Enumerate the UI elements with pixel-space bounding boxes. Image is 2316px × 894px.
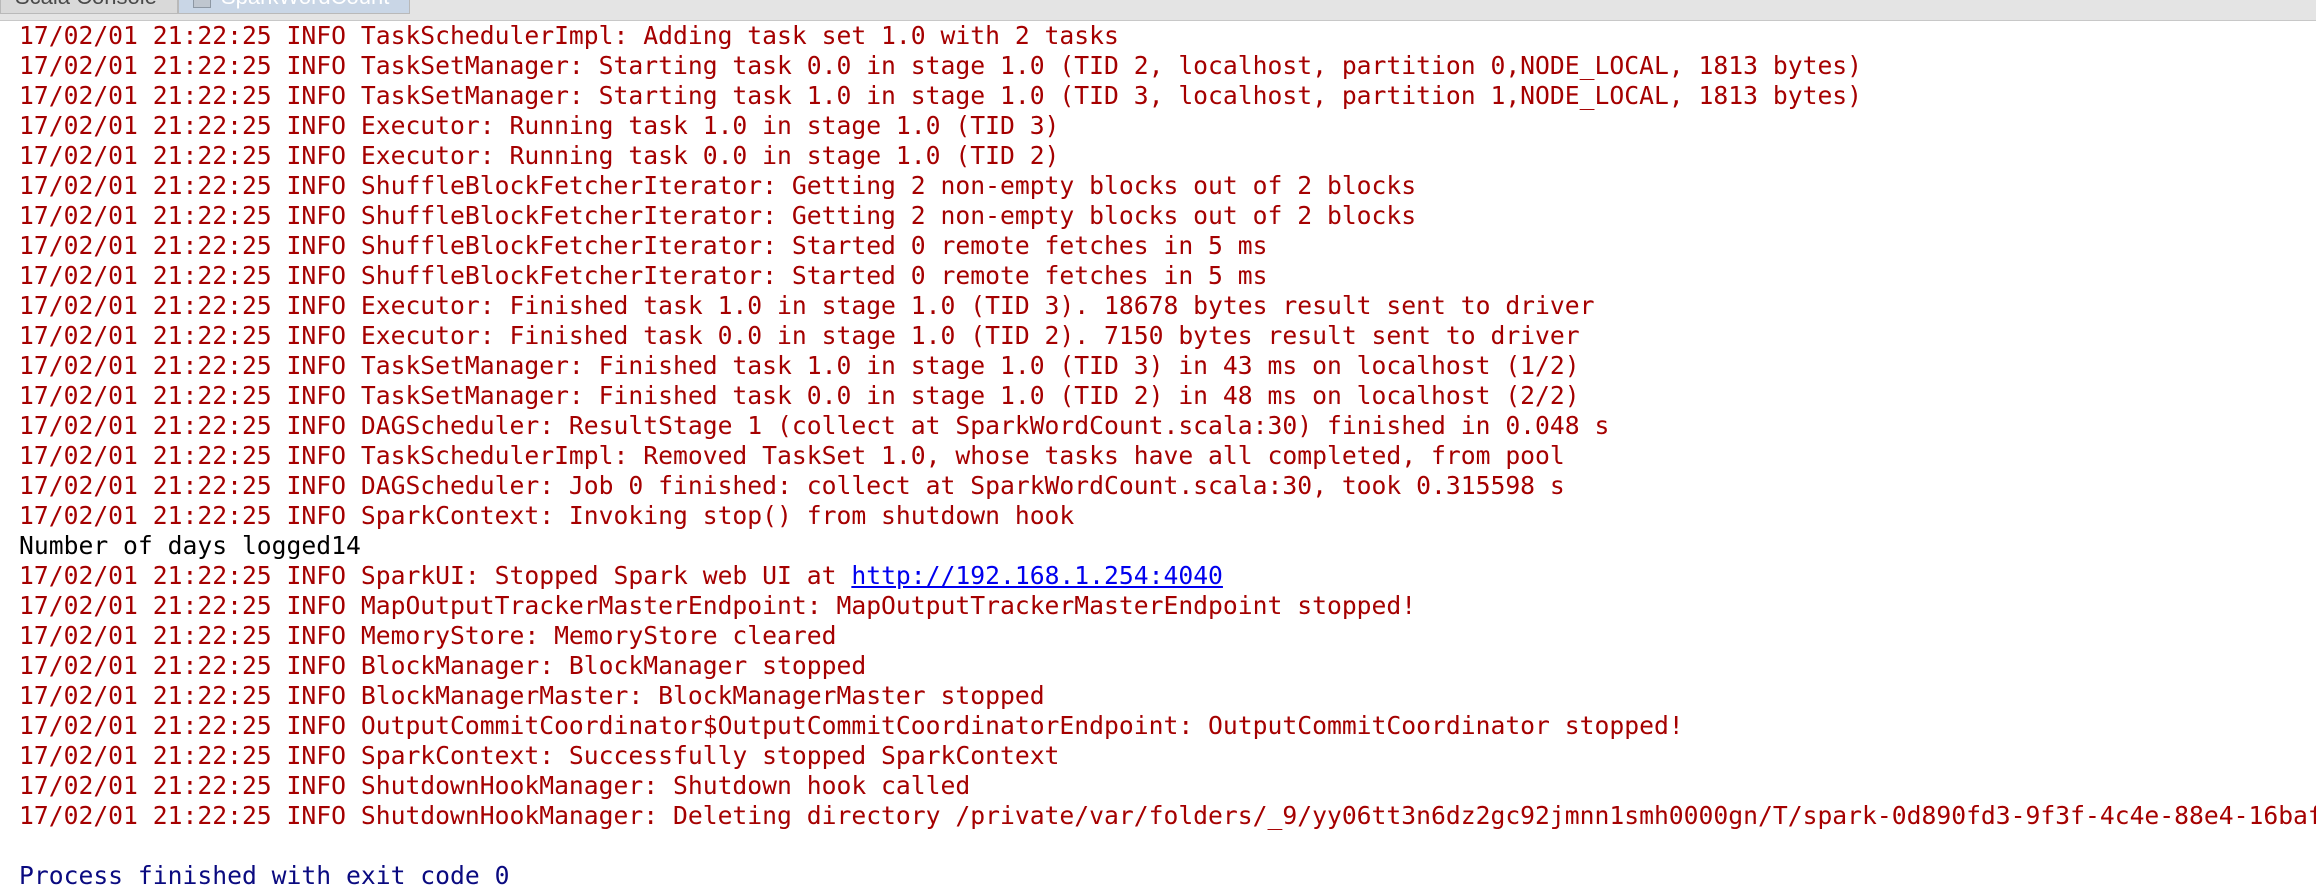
- log-line: 17/02/01 21:22:25 INFO ShuffleBlockFetch…: [19, 231, 2316, 261]
- log-line: 17/02/01 21:22:25 INFO Executor: Running…: [19, 111, 2316, 141]
- log-line: 17/02/01 21:22:25 INFO TaskSetManager: F…: [19, 381, 2316, 411]
- log-line-text: 17/02/01 21:22:25 INFO ShuffleBlockFetch…: [19, 231, 1268, 260]
- exit-status-line: Process finished with exit code 0: [19, 861, 2316, 891]
- log-line: 17/02/01 21:22:25 INFO Executor: Running…: [19, 141, 2316, 171]
- log-line-text: 17/02/01 21:22:25 INFO Executor: Running…: [19, 141, 1060, 170]
- tab-label: SparkWordCount: [221, 0, 389, 10]
- log-line-text: 17/02/01 21:22:25 INFO BlockManagerMaste…: [19, 681, 1045, 710]
- log-line-text: 17/02/01 21:22:25 INFO SparkContext: Inv…: [19, 501, 1075, 530]
- log-line: 17/02/01 21:22:25 INFO SparkContext: Suc…: [19, 741, 2316, 771]
- tab-label: Scala Console: [15, 0, 157, 10]
- log-line-text: 17/02/01 21:22:25 INFO Executor: Finishe…: [19, 291, 1595, 320]
- log-line-text: 17/02/01 21:22:25 INFO Executor: Running…: [19, 111, 1060, 140]
- spark-ui-link[interactable]: http://192.168.1.254:4040: [851, 561, 1223, 590]
- log-line: 17/02/01 21:22:25 INFO ShutdownHookManag…: [19, 771, 2316, 801]
- console-output[interactable]: 17/02/01 21:22:25 INFO TaskSchedulerImpl…: [0, 20, 2316, 894]
- log-line: 17/02/01 21:22:25 INFO SparkContext: Inv…: [19, 501, 2316, 531]
- log-line-text: Process finished with exit code 0: [19, 861, 510, 890]
- log-line: 17/02/01 21:22:25 INFO OutputCommitCoord…: [19, 711, 2316, 741]
- log-line: 17/02/01 21:22:25 INFO BlockManagerMaste…: [19, 681, 2316, 711]
- log-line: 17/02/01 21:22:25 INFO SparkUI: Stopped …: [19, 561, 2316, 591]
- log-line-text: 17/02/01 21:22:25 INFO TaskSchedulerImpl…: [19, 21, 1119, 50]
- console-tab-bar: Scala Console SparkWordCount: [0, 0, 2316, 21]
- log-line: 17/02/01 21:22:25 INFO Executor: Finishe…: [19, 321, 2316, 351]
- log-line-text: 17/02/01 21:22:25 INFO ShuffleBlockFetch…: [19, 171, 1417, 200]
- log-line-text: 17/02/01 21:22:25 INFO Executor: Finishe…: [19, 321, 1580, 350]
- log-line-text: 17/02/01 21:22:25 INFO BlockManager: Blo…: [19, 651, 867, 680]
- log-line: 17/02/01 21:22:25 INFO DAGScheduler: Job…: [19, 471, 2316, 501]
- log-line: 17/02/01 21:22:25 INFO ShuffleBlockFetch…: [19, 261, 2316, 291]
- log-line: 17/02/01 21:22:25 INFO TaskSetManager: S…: [19, 81, 2316, 111]
- log-line: 17/02/01 21:22:25 INFO TaskSchedulerImpl…: [19, 21, 2316, 51]
- log-line: 17/02/01 21:22:25 INFO ShuffleBlockFetch…: [19, 171, 2316, 201]
- log-line: 17/02/01 21:22:25 INFO ShutdownHookManag…: [19, 801, 2316, 831]
- log-line: 17/02/01 21:22:25 INFO DAGScheduler: Res…: [19, 411, 2316, 441]
- log-line-text: 17/02/01 21:22:25 INFO ShutdownHookManag…: [19, 771, 971, 800]
- log-line-text: 17/02/01 21:22:25 INFO DAGScheduler: Job…: [19, 471, 1565, 500]
- log-line-text: 17/02/01 21:22:25 INFO ShuffleBlockFetch…: [19, 261, 1268, 290]
- log-line-text: 17/02/01 21:22:25 INFO TaskSetManager: S…: [19, 81, 1863, 110]
- log-line: 17/02/01 21:22:25 INFO TaskSetManager: S…: [19, 51, 2316, 81]
- tab-scala-console[interactable]: Scala Console: [0, 0, 178, 14]
- log-line-text: 17/02/01 21:22:25 INFO TaskSetManager: F…: [19, 381, 1580, 410]
- log-line-text: 17/02/01 21:22:25 INFO TaskSetManager: F…: [19, 351, 1580, 380]
- log-line: 17/02/01 21:22:25 INFO ShuffleBlockFetch…: [19, 201, 2316, 231]
- stdout-line: Number of days logged14: [19, 531, 2316, 561]
- log-line: 17/02/01 21:22:25 INFO TaskSetManager: F…: [19, 351, 2316, 381]
- log-line: 17/02/01 21:22:25 INFO BlockManager: Blo…: [19, 651, 2316, 681]
- log-line-text: 17/02/01 21:22:25 INFO TaskSetManager: S…: [19, 51, 1863, 80]
- log-line-text: 17/02/01 21:22:25 INFO SparkUI: Stopped …: [19, 561, 852, 590]
- log-line: 17/02/01 21:22:25 INFO Executor: Finishe…: [19, 291, 2316, 321]
- log-line-text: 17/02/01 21:22:25 INFO MemoryStore: Memo…: [19, 621, 837, 650]
- log-line-text: 17/02/01 21:22:25 INFO MapOutputTrackerM…: [19, 591, 1417, 620]
- log-line-text: 17/02/01 21:22:25 INFO DAGScheduler: Res…: [19, 411, 1610, 440]
- log-line-text: 17/02/01 21:22:25 INFO TaskSchedulerImpl…: [19, 441, 1565, 470]
- log-line: 17/02/01 21:22:25 INFO TaskSchedulerImpl…: [19, 441, 2316, 471]
- log-line-text: Number of days logged14: [19, 531, 361, 560]
- log-line-text: 17/02/01 21:22:25 INFO SparkContext: Suc…: [19, 741, 1060, 770]
- log-line-text: 17/02/01 21:22:25 INFO ShuffleBlockFetch…: [19, 201, 1417, 230]
- file-icon: [193, 0, 211, 8]
- log-line-text: 17/02/01 21:22:25 INFO OutputCommitCoord…: [19, 711, 1684, 740]
- log-line: 17/02/01 21:22:25 INFO MapOutputTrackerM…: [19, 591, 2316, 621]
- log-line-text: 17/02/01 21:22:25 INFO ShutdownHookManag…: [19, 801, 2316, 830]
- log-line: 17/02/01 21:22:25 INFO MemoryStore: Memo…: [19, 621, 2316, 651]
- tab-sparkwordcount[interactable]: SparkWordCount: [178, 0, 410, 14]
